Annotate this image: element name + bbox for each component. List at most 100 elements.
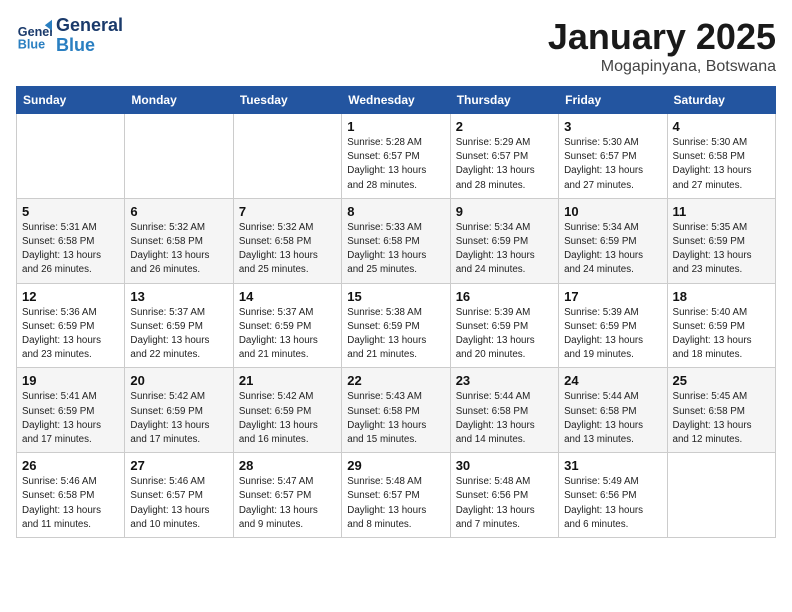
calendar-header-row: SundayMondayTuesdayWednesdayThursdayFrid… — [17, 87, 776, 114]
day-number: 1 — [347, 119, 444, 134]
location-title: Mogapinyana, Botswana — [548, 58, 776, 76]
calendar-cell: 14 Sunrise: 5:37 AM Sunset: 6:59 PM Dayli… — [233, 283, 341, 368]
logo-icon: General Blue — [16, 18, 52, 54]
weekday-header: Friday — [559, 87, 667, 114]
calendar-cell: 25 Sunrise: 5:45 AM Sunset: 6:58 PM Dayli… — [667, 368, 775, 453]
day-info: Sunrise: 5:37 AM Sunset: 6:59 PM Dayligh… — [130, 306, 227, 363]
calendar-cell: 2Sunrise: 5:29 AM Sunset: 6:57 PM Daylig… — [450, 114, 558, 199]
calendar: SundayMondayTuesdayWednesdayThursdayFrid… — [16, 86, 776, 538]
day-number: 30 — [456, 458, 553, 473]
calendar-cell — [17, 114, 125, 199]
calendar-cell: 31 Sunrise: 5:49 AM Sunset: 6:56 PM Dayli… — [559, 453, 667, 538]
svg-text:Blue: Blue — [18, 37, 45, 51]
calendar-cell: 20 Sunrise: 5:42 AM Sunset: 6:59 PM Dayli… — [125, 368, 233, 453]
day-info: Sunrise: 5:37 AM Sunset: 6:59 PM Dayligh… — [239, 306, 336, 363]
day-number: 8 — [347, 204, 444, 219]
calendar-cell — [667, 453, 775, 538]
calendar-cell: 23 Sunrise: 5:44 AM Sunset: 6:58 PM Dayli… — [450, 368, 558, 453]
calendar-cell: 9 Sunrise: 5:34 AM Sunset: 6:59 PM Daylig… — [450, 198, 558, 283]
logo-line1: General — [56, 16, 123, 36]
header: General Blue General Blue January 2025 M… — [16, 16, 776, 76]
day-number: 21 — [239, 373, 336, 388]
day-number: 12 — [22, 289, 119, 304]
day-info: Sunrise: 5:33 AM Sunset: 6:58 PM Dayligh… — [347, 221, 444, 278]
day-number: 29 — [347, 458, 444, 473]
logo-line2: Blue — [56, 36, 123, 56]
day-info: Sunrise: 5:38 AM Sunset: 6:59 PM Dayligh… — [347, 306, 444, 363]
day-info: Sunrise: 5:39 AM Sunset: 6:59 PM Dayligh… — [564, 306, 661, 363]
day-info: Sunrise: 5:36 AM Sunset: 6:59 PM Dayligh… — [22, 306, 119, 363]
calendar-cell: 17Sunrise: 5:39 AM Sunset: 6:59 PM Dayli… — [559, 283, 667, 368]
weekday-header: Saturday — [667, 87, 775, 114]
day-number: 15 — [347, 289, 444, 304]
calendar-cell: 30Sunrise: 5:48 AM Sunset: 6:56 PM Dayli… — [450, 453, 558, 538]
day-number: 11 — [673, 204, 770, 219]
day-number: 7 — [239, 204, 336, 219]
calendar-week-row: 1 Sunrise: 5:28 AM Sunset: 6:57 PM Daylig… — [17, 114, 776, 199]
day-info: Sunrise: 5:31 AM Sunset: 6:58 PM Dayligh… — [22, 221, 119, 278]
day-info: Sunrise: 5:42 AM Sunset: 6:59 PM Dayligh… — [130, 390, 227, 447]
day-number: 13 — [130, 289, 227, 304]
day-info: Sunrise: 5:40 AM Sunset: 6:59 PM Dayligh… — [673, 306, 770, 363]
day-number: 19 — [22, 373, 119, 388]
calendar-cell: 11 Sunrise: 5:35 AM Sunset: 6:59 PM Dayli… — [667, 198, 775, 283]
day-number: 3 — [564, 119, 661, 134]
calendar-cell: 19 Sunrise: 5:41 AM Sunset: 6:59 PM Dayli… — [17, 368, 125, 453]
day-info: Sunrise: 5:35 AM Sunset: 6:59 PM Dayligh… — [673, 221, 770, 278]
calendar-week-row: 26Sunrise: 5:46 AM Sunset: 6:58 PM Dayli… — [17, 453, 776, 538]
calendar-cell: 29 Sunrise: 5:48 AM Sunset: 6:57 PM Dayli… — [342, 453, 450, 538]
day-number: 26 — [22, 458, 119, 473]
day-number: 24 — [564, 373, 661, 388]
day-info: Sunrise: 5:32 AM Sunset: 6:58 PM Dayligh… — [130, 221, 227, 278]
weekday-header: Wednesday — [342, 87, 450, 114]
day-info: Sunrise: 5:49 AM Sunset: 6:56 PM Dayligh… — [564, 475, 661, 532]
calendar-cell: 7 Sunrise: 5:32 AM Sunset: 6:58 PM Daylig… — [233, 198, 341, 283]
calendar-cell: 26Sunrise: 5:46 AM Sunset: 6:58 PM Dayli… — [17, 453, 125, 538]
day-number: 9 — [456, 204, 553, 219]
calendar-cell: 3 Sunrise: 5:30 AM Sunset: 6:57 PM Daylig… — [559, 114, 667, 199]
day-info: Sunrise: 5:34 AM Sunset: 6:59 PM Dayligh… — [456, 221, 553, 278]
weekday-header: Monday — [125, 87, 233, 114]
day-number: 28 — [239, 458, 336, 473]
day-number: 25 — [673, 373, 770, 388]
calendar-cell: 22 Sunrise: 5:43 AM Sunset: 6:58 PM Dayli… — [342, 368, 450, 453]
calendar-cell: 16Sunrise: 5:39 AM Sunset: 6:59 PM Dayli… — [450, 283, 558, 368]
calendar-cell: 5 Sunrise: 5:31 AM Sunset: 6:58 PM Daylig… — [17, 198, 125, 283]
calendar-cell: 15 Sunrise: 5:38 AM Sunset: 6:59 PM Dayli… — [342, 283, 450, 368]
calendar-week-row: 19 Sunrise: 5:41 AM Sunset: 6:59 PM Dayli… — [17, 368, 776, 453]
calendar-week-row: 12 Sunrise: 5:36 AM Sunset: 6:59 PM Dayli… — [17, 283, 776, 368]
weekday-header: Tuesday — [233, 87, 341, 114]
day-info: Sunrise: 5:47 AM Sunset: 6:57 PM Dayligh… — [239, 475, 336, 532]
day-info: Sunrise: 5:28 AM Sunset: 6:57 PM Dayligh… — [347, 136, 444, 193]
day-info: Sunrise: 5:41 AM Sunset: 6:59 PM Dayligh… — [22, 390, 119, 447]
calendar-cell: 21Sunrise: 5:42 AM Sunset: 6:59 PM Dayli… — [233, 368, 341, 453]
day-number: 20 — [130, 373, 227, 388]
day-info: Sunrise: 5:43 AM Sunset: 6:58 PM Dayligh… — [347, 390, 444, 447]
day-info: Sunrise: 5:46 AM Sunset: 6:57 PM Dayligh… — [130, 475, 227, 532]
calendar-cell: 1 Sunrise: 5:28 AM Sunset: 6:57 PM Daylig… — [342, 114, 450, 199]
day-info: Sunrise: 5:48 AM Sunset: 6:57 PM Dayligh… — [347, 475, 444, 532]
calendar-cell: 6 Sunrise: 5:32 AM Sunset: 6:58 PM Daylig… — [125, 198, 233, 283]
day-number: 27 — [130, 458, 227, 473]
day-info: Sunrise: 5:34 AM Sunset: 6:59 PM Dayligh… — [564, 221, 661, 278]
calendar-cell: 10Sunrise: 5:34 AM Sunset: 6:59 PM Dayli… — [559, 198, 667, 283]
day-number: 16 — [456, 289, 553, 304]
day-number: 23 — [456, 373, 553, 388]
day-number: 14 — [239, 289, 336, 304]
day-number: 5 — [22, 204, 119, 219]
calendar-cell: 8 Sunrise: 5:33 AM Sunset: 6:58 PM Daylig… — [342, 198, 450, 283]
day-number: 22 — [347, 373, 444, 388]
calendar-cell: 24Sunrise: 5:44 AM Sunset: 6:58 PM Dayli… — [559, 368, 667, 453]
day-number: 6 — [130, 204, 227, 219]
day-info: Sunrise: 5:30 AM Sunset: 6:58 PM Dayligh… — [673, 136, 770, 193]
day-number: 31 — [564, 458, 661, 473]
day-info: Sunrise: 5:29 AM Sunset: 6:57 PM Dayligh… — [456, 136, 553, 193]
weekday-header: Thursday — [450, 87, 558, 114]
logo: General Blue General Blue — [16, 16, 123, 56]
calendar-cell — [125, 114, 233, 199]
title-area: January 2025 Mogapinyana, Botswana — [548, 16, 776, 76]
day-info: Sunrise: 5:44 AM Sunset: 6:58 PM Dayligh… — [456, 390, 553, 447]
day-info: Sunrise: 5:32 AM Sunset: 6:58 PM Dayligh… — [239, 221, 336, 278]
day-info: Sunrise: 5:30 AM Sunset: 6:57 PM Dayligh… — [564, 136, 661, 193]
day-info: Sunrise: 5:45 AM Sunset: 6:58 PM Dayligh… — [673, 390, 770, 447]
